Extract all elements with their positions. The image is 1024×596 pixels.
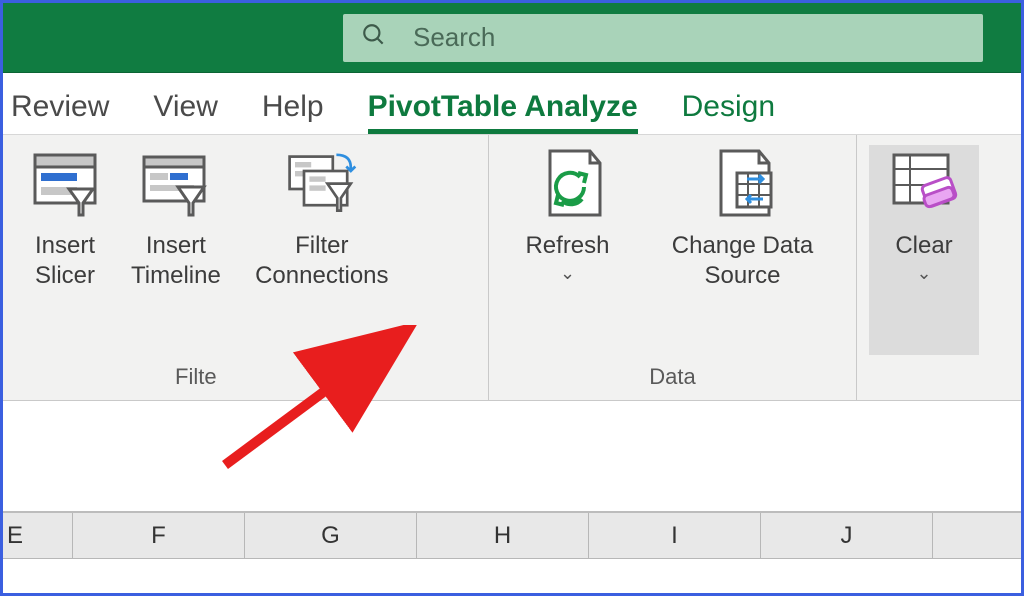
column-header[interactable]: I — [589, 513, 761, 558]
column-header[interactable]: J — [761, 513, 933, 558]
insert-timeline-button[interactable]: Insert Timeline — [125, 145, 227, 355]
search-box[interactable]: Search — [343, 14, 983, 62]
title-bar: Search — [3, 3, 1021, 73]
filter-connections-icon — [286, 149, 358, 221]
insert-slicer-button[interactable]: Insert Slicer — [15, 145, 115, 355]
tab-pivottable-analyze[interactable]: PivotTable Analyze — [368, 90, 638, 134]
group-data: Refresh ⌄ Ch — [489, 135, 857, 400]
clear-icon — [888, 149, 960, 221]
refresh-button[interactable]: Refresh ⌄ — [503, 145, 633, 355]
ribbon-tabs: Review View Help PivotTable Analyze Desi… — [3, 73, 1021, 135]
refresh-icon — [532, 149, 604, 221]
group-data-label: Data — [501, 360, 844, 396]
group-actions: Clear ⌄ — [857, 135, 1021, 400]
column-header[interactable]: E — [3, 513, 73, 558]
clear-label: Clear — [895, 231, 952, 261]
insert-timeline-label: Insert Timeline — [131, 231, 221, 291]
refresh-label: Refresh — [525, 231, 609, 261]
change-data-source-button[interactable]: Change Data Source — [643, 145, 843, 355]
formula-bar-area — [3, 401, 1021, 513]
group-filter: Insert Slicer Insert Timeline — [3, 135, 489, 400]
group-actions-label — [869, 386, 1009, 396]
change-data-source-label: Change Data Source — [672, 231, 813, 291]
tab-help[interactable]: Help — [262, 90, 324, 134]
column-headers: E F G H I J — [3, 513, 1021, 559]
filter-connections-label: Filter Connections — [255, 231, 388, 291]
column-header[interactable]: H — [417, 513, 589, 558]
filter-connections-button[interactable]: Filter Connections — [237, 145, 407, 355]
column-header[interactable]: F — [73, 513, 245, 558]
change-data-source-icon — [707, 149, 779, 221]
timeline-icon — [140, 149, 212, 221]
insert-slicer-label: Insert Slicer — [35, 231, 95, 291]
chevron-down-icon: ⌄ — [916, 263, 931, 284]
search-icon — [361, 22, 387, 53]
tab-design[interactable]: Design — [682, 90, 775, 134]
column-header[interactable]: G — [245, 513, 417, 558]
chevron-down-icon: ⌄ — [560, 263, 575, 284]
slicer-icon — [29, 149, 101, 221]
ribbon: Insert Slicer Insert Timeline — [3, 135, 1021, 401]
clear-button[interactable]: Clear ⌄ — [869, 145, 979, 355]
tab-view[interactable]: View — [153, 90, 217, 134]
tab-review[interactable]: Review — [11, 90, 109, 134]
group-filter-label: Filte — [15, 360, 476, 396]
search-placeholder: Search — [413, 22, 495, 53]
